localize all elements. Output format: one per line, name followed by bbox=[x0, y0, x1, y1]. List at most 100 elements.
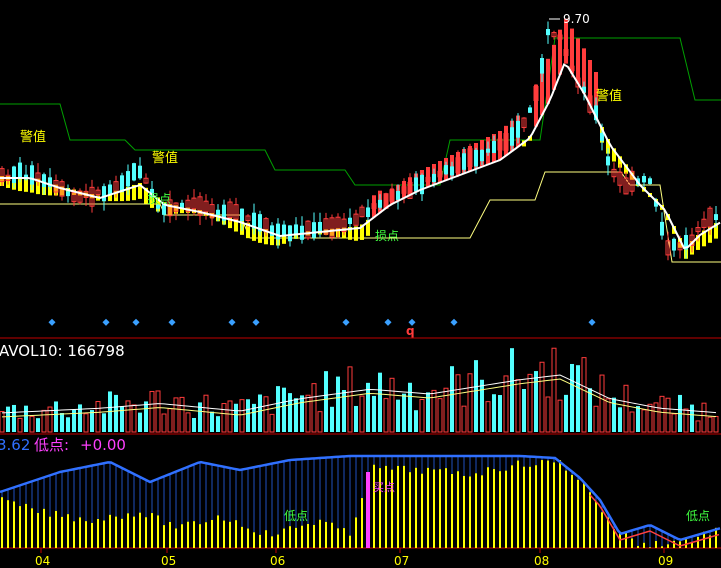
volume-bar-down bbox=[480, 379, 484, 432]
volume-bar-up bbox=[227, 400, 233, 433]
candle-body-down bbox=[318, 221, 322, 232]
volume-bar-down bbox=[90, 410, 94, 432]
ribbon-bar bbox=[546, 58, 550, 104]
volume-bar-up bbox=[707, 416, 713, 433]
volume-bar-down bbox=[522, 389, 526, 432]
signal-diamond bbox=[168, 318, 176, 326]
candle-body-down bbox=[42, 174, 46, 187]
candle-body-down bbox=[348, 217, 352, 224]
volume-bar-up bbox=[671, 413, 677, 433]
volume-bar-up bbox=[461, 405, 467, 433]
candle-body-down bbox=[474, 149, 478, 167]
month-label-08: 08 bbox=[534, 554, 549, 568]
candle-body-down bbox=[240, 208, 244, 222]
month-label-05: 05 bbox=[161, 554, 176, 568]
volume-bar-down bbox=[396, 399, 400, 432]
candle-body-down bbox=[102, 186, 106, 202]
candle-body-down bbox=[216, 209, 220, 215]
signal-diamond bbox=[252, 318, 260, 326]
candle-body-down bbox=[366, 207, 370, 217]
buy-marker: 买点 bbox=[373, 481, 395, 494]
volume-bar-up bbox=[419, 399, 425, 433]
candle-body-down bbox=[642, 176, 646, 183]
signal-diamond bbox=[102, 318, 110, 326]
volume-bar-down bbox=[54, 401, 58, 432]
volume-bar-down bbox=[36, 418, 40, 432]
volume-bar-up bbox=[203, 394, 209, 433]
month-label-04: 04 bbox=[35, 554, 50, 568]
candle-body-down bbox=[462, 153, 466, 170]
volume-bar-up bbox=[545, 396, 551, 433]
volume-bar-up bbox=[431, 389, 437, 433]
volume-bar-up bbox=[179, 396, 185, 433]
volume-bar-up bbox=[659, 395, 665, 433]
ribbon-bar bbox=[552, 44, 556, 90]
buy-signal-bar bbox=[366, 472, 370, 548]
candle-body-down bbox=[450, 166, 454, 176]
volume-bar-up bbox=[173, 397, 179, 433]
candle-body-down bbox=[528, 107, 532, 113]
volume-bar-down bbox=[246, 399, 250, 432]
volume-bar-up bbox=[503, 375, 509, 433]
volume-bar-up bbox=[647, 403, 653, 433]
volume-bar-up bbox=[269, 413, 275, 433]
month-label-07: 07 bbox=[394, 554, 409, 568]
indicator-low-value: +0.00 bbox=[80, 436, 126, 454]
candle-body-down bbox=[282, 224, 286, 236]
candle-body-down bbox=[312, 222, 316, 238]
candle-body-down bbox=[18, 162, 22, 178]
volume-title: AVOL10: 166798 bbox=[0, 342, 125, 360]
candle-body-down bbox=[432, 173, 436, 183]
volume-bar-down bbox=[378, 372, 382, 432]
warn-label-3: 警值 bbox=[596, 88, 622, 104]
volume-bar-down bbox=[408, 382, 412, 432]
candle-body-down bbox=[132, 163, 136, 181]
volume-bar-up bbox=[83, 413, 89, 433]
volume-bar-down bbox=[618, 407, 622, 432]
volume-bar-up bbox=[389, 377, 395, 433]
volume-bar-up bbox=[263, 396, 269, 433]
volume-bar-down bbox=[258, 394, 262, 432]
volume-bar-up bbox=[359, 395, 365, 433]
candle-body-down bbox=[138, 165, 142, 179]
candle-body-down bbox=[714, 214, 718, 221]
candle-body-down bbox=[12, 166, 16, 183]
volume-bar-down bbox=[78, 404, 82, 432]
volume-bar-up bbox=[17, 417, 23, 433]
volume-bar-down bbox=[534, 371, 538, 432]
volume-bar-up bbox=[29, 415, 35, 433]
volume-bar-down bbox=[330, 406, 334, 432]
candle-body-down bbox=[420, 174, 424, 195]
volume-bar-up bbox=[305, 394, 311, 433]
volume-bar-up bbox=[665, 397, 671, 433]
signal-q-marker: q bbox=[406, 324, 415, 338]
volume-bar-up bbox=[317, 411, 323, 433]
candle-body-down bbox=[600, 132, 604, 141]
volume-bar-down bbox=[576, 365, 580, 432]
volume-bar-down bbox=[114, 394, 118, 432]
volume-bar-up bbox=[605, 398, 611, 433]
volume-bar-down bbox=[570, 363, 574, 432]
indicator-value: 3.62 bbox=[0, 436, 30, 454]
volume-bar-up bbox=[437, 398, 443, 433]
month-label-09: 09 bbox=[658, 554, 673, 568]
candle-body-down bbox=[516, 121, 520, 138]
warn-label-1: 警值 bbox=[20, 129, 46, 145]
volume-bar-up bbox=[485, 401, 491, 433]
candle-body-down bbox=[108, 184, 112, 195]
volume-bar-up bbox=[701, 402, 707, 433]
volume-bar-up bbox=[185, 412, 191, 433]
volume-bar-up bbox=[383, 398, 389, 433]
warn-label-2: 警值 bbox=[152, 150, 178, 166]
signal-diamond bbox=[48, 318, 56, 326]
volume-bar-up bbox=[623, 384, 629, 433]
candle-body-down bbox=[414, 177, 418, 192]
stop-label-1: 损点 bbox=[147, 192, 171, 206]
stock-chart[interactable]: 9.70 警值 警值 警值 损点 损点 q AVOL10: 166798 3.6… bbox=[0, 0, 721, 568]
volume-bar-down bbox=[492, 394, 496, 432]
volume-bar-down bbox=[372, 395, 376, 432]
indicator-panel bbox=[0, 454, 721, 548]
volume-bar-up bbox=[557, 399, 563, 433]
volume-bar-up bbox=[683, 408, 689, 433]
candle-body-down bbox=[486, 148, 490, 153]
